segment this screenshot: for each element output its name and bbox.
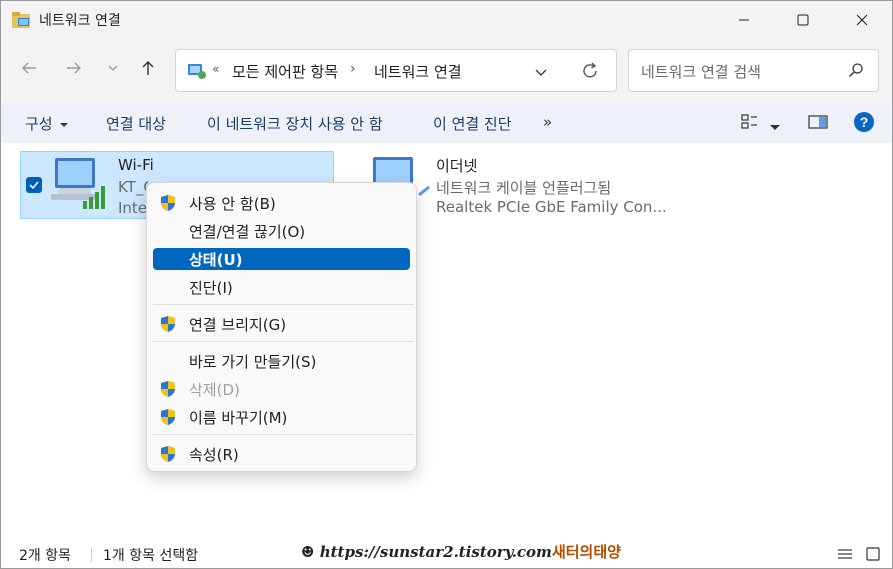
address-row: « 모든 제어판 항목 › 네트워크 연결 네트워크 연결 검색 — [1, 39, 892, 103]
window-title: 네트워크 연결 — [39, 13, 121, 29]
arrow-left-icon — [22, 62, 36, 74]
menu-separator — [153, 341, 414, 342]
connect-to-button[interactable]: 연결 대상 — [106, 113, 166, 134]
command-bar: 구성 연결 대상 이 네트워크 장치 사용 안 함 이 연결 진단 » ? — [1, 103, 892, 143]
svg-text:?: ? — [860, 114, 869, 130]
item-checkbox[interactable] — [26, 177, 42, 193]
menu-item-delete[interactable]: 삭제(D) — [153, 378, 410, 400]
uac-shield-icon — [159, 315, 177, 337]
chevron-down-icon — [535, 69, 547, 76]
recent-locations-button[interactable] — [98, 53, 128, 83]
address-bar[interactable]: « 모든 제어판 항목 › 네트워크 연결 — [175, 49, 617, 92]
menu-item-label: 진단(I) — [189, 279, 233, 297]
uac-shield-icon — [159, 194, 177, 216]
control-panel-icon — [186, 61, 208, 81]
status-divider — [91, 548, 92, 562]
search-placeholder: 네트워크 연결 검색 — [641, 63, 761, 81]
connection-adapter: Intel(R) Wi-Fi 6 AX201 160MHz — [118, 199, 148, 217]
minimize-button[interactable] — [714, 1, 774, 39]
menu-item-label: 연결 브리지(G) — [189, 316, 287, 334]
caret-down-icon — [770, 125, 780, 130]
menu-item-label: 사용 안 함(B) — [189, 195, 276, 213]
more-commands-button[interactable]: » — [543, 113, 552, 131]
menu-item-label: 상태(U) — [189, 251, 243, 269]
menu-item-label: 바로 가기 만들기(S) — [189, 353, 317, 371]
menu-item-label: 삭제(D) — [189, 381, 240, 399]
network-folder-icon — [11, 10, 33, 30]
address-overflow[interactable]: « — [212, 62, 219, 76]
network-connections-window: 네트워크 연결 « 모든 제어판 항목 › 네트워크 연결 네트워크 연결 검색… — [0, 0, 893, 569]
connection-network: KT_GiGA_5G_Wave2_D485 — [118, 178, 148, 196]
breadcrumb-separator[interactable]: › — [350, 61, 356, 77]
menu-item-rename[interactable]: 이름 바꾸기(M) — [153, 406, 410, 428]
connection-name: 이더넷 — [436, 157, 478, 175]
view-options-icon — [741, 114, 757, 129]
uac-shield-icon — [159, 445, 177, 467]
preview-pane-icon — [808, 115, 828, 129]
menu-item-create-shortcut[interactable]: 바로 가기 만들기(S) — [153, 350, 410, 372]
caret-down-icon — [60, 122, 69, 127]
connection-name: Wi-Fi — [118, 156, 154, 174]
menu-item-label: 속성(R) — [189, 446, 239, 464]
arrow-up-icon — [142, 61, 154, 75]
watermark-emoji-icon: ☻ — [301, 543, 315, 561]
watermark: ☻ https://sunstar2.tistory.com새터의태양 — [301, 541, 621, 562]
preview-pane-button[interactable] — [807, 112, 829, 136]
disable-device-button[interactable]: 이 네트워크 장치 사용 안 함 — [207, 113, 383, 134]
breadcrumb-control-panel[interactable]: 모든 제어판 항목 — [232, 61, 338, 82]
refresh-button[interactable] — [580, 61, 600, 85]
menu-item-label: 이름 바꾸기(M) — [189, 409, 288, 427]
help-icon: ? — [854, 112, 874, 132]
chevron-down-icon — [108, 65, 118, 71]
menu-item-status[interactable]: 상태(U) — [153, 248, 410, 270]
forward-button[interactable] — [59, 53, 89, 83]
refresh-icon — [583, 62, 597, 78]
checkmark-icon — [29, 181, 39, 190]
tiles-view-icon — [866, 547, 880, 561]
selected-count: 1개 항목 선택함 — [103, 548, 199, 564]
maximize-button[interactable] — [773, 1, 833, 39]
context-menu: 사용 안 함(B) 연결/연결 끊기(O) 상태(U) 진단(I) 연결 브리지… — [146, 182, 417, 472]
connections-list: Wi-Fi KT_GiGA_5G_Wave2_D485 Intel(R) Wi-… — [1, 143, 892, 533]
wifi-adapter-icon — [51, 156, 113, 216]
breadcrumb-network-connections[interactable]: 네트워크 연결 — [374, 61, 462, 82]
tiles-view-button[interactable] — [865, 546, 881, 566]
view-dropdown[interactable] — [769, 117, 781, 136]
minimize-icon — [739, 19, 749, 21]
menu-separator — [153, 434, 414, 435]
connection-status: 네트워크 케이블 언플러그됨 — [436, 179, 612, 197]
menu-item-properties[interactable]: 속성(R) — [153, 443, 410, 465]
menu-item-connect-disconnect[interactable]: 연결/연결 끊기(O) — [153, 220, 410, 242]
address-history-dropdown[interactable] — [534, 64, 548, 83]
search-input[interactable]: 네트워크 연결 검색 — [628, 49, 879, 92]
organize-label: 구성 — [25, 115, 53, 133]
title-bar: 네트워크 연결 — [1, 1, 892, 39]
search-icon[interactable] — [848, 62, 864, 82]
menu-item-disable[interactable]: 사용 안 함(B) — [153, 192, 410, 214]
change-view-button[interactable] — [740, 112, 760, 136]
details-view-button[interactable] — [837, 546, 853, 566]
maximize-icon — [797, 14, 809, 26]
status-bar: 2개 항목 1개 항목 선택함 ☻ https://sunstar2.tisto… — [1, 541, 892, 568]
item-count: 2개 항목 — [19, 548, 71, 564]
menu-item-diagnose[interactable]: 진단(I) — [153, 276, 410, 298]
menu-item-label: 연결/연결 끊기(O) — [189, 223, 306, 241]
close-button[interactable] — [832, 1, 892, 39]
organize-menu[interactable]: 구성 — [25, 113, 69, 134]
watermark-text: 새터의태양 — [551, 543, 621, 561]
help-button[interactable]: ? — [853, 111, 875, 137]
uac-shield-icon — [159, 380, 177, 402]
menu-separator — [153, 304, 414, 305]
watermark-url: https://sunstar2.tistory.com — [319, 543, 552, 561]
uac-shield-icon — [159, 408, 177, 430]
diagnose-button[interactable]: 이 연결 진단 — [433, 113, 512, 134]
menu-item-bridge[interactable]: 연결 브리지(G) — [153, 313, 410, 335]
back-button[interactable] — [14, 53, 44, 83]
up-button[interactable] — [133, 53, 163, 83]
arrow-right-icon — [67, 62, 81, 74]
close-icon — [856, 14, 868, 26]
details-view-icon — [838, 549, 852, 559]
connection-adapter: Realtek PCIe GbE Family Con... — [436, 198, 667, 216]
